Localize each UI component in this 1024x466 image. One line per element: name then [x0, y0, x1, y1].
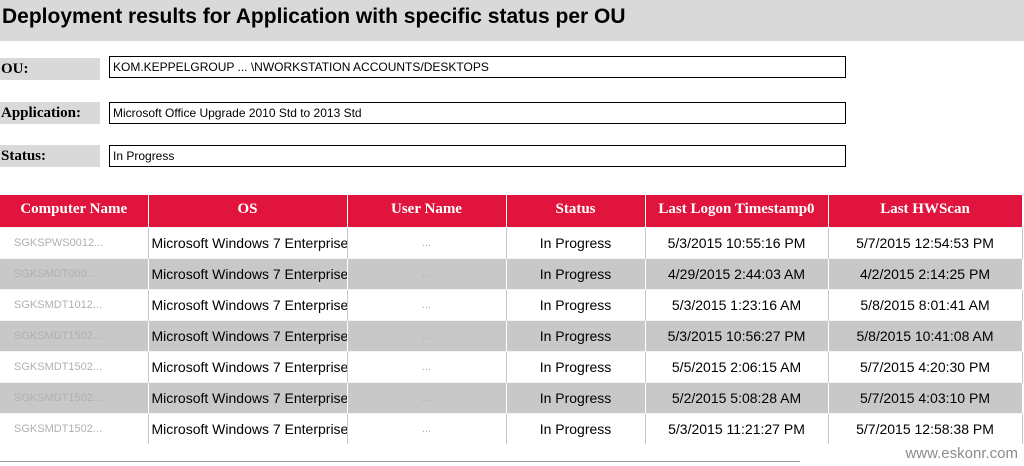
last-logon-cell: 4/29/2015 2:44:03 AM: [645, 258, 829, 290]
computer-name-cell: SGKSMDT1502...: [0, 382, 149, 414]
user-name-cell: ...: [347, 227, 507, 259]
last-hwscan-cell: 5/8/2015 8:01:41 AM: [828, 289, 1023, 321]
last-hwscan-cell: 5/7/2015 4:03:10 PM: [828, 382, 1023, 414]
user-name-cell: ...: [347, 351, 507, 383]
ou-field[interactable]: KOM.KEPPELGROUP ... \NWORKSTATION ACCOUN…: [109, 56, 846, 78]
status-cell: In Progress: [506, 289, 646, 321]
last-logon-cell: 5/3/2015 1:23:16 AM: [645, 289, 829, 321]
computer-name-cell: SGKSMDT1012...: [0, 289, 149, 321]
results-table: Computer Name OS User Name Status Last L…: [0, 195, 1023, 444]
status-field[interactable]: In Progress: [109, 145, 846, 167]
computer-name-cell: SGKSPWS0012...: [0, 227, 149, 259]
table-row: SGKSMDT1502... Microsoft Windows 7 Enter…: [0, 320, 1023, 352]
status-label: Status:: [0, 145, 100, 167]
last-logon-cell: 5/3/2015 10:55:16 PM: [645, 227, 829, 259]
last-logon-cell: 5/2/2015 5:08:28 AM: [645, 382, 829, 414]
last-hwscan-cell: 5/7/2015 4:20:30 PM: [828, 351, 1023, 383]
column-header-user-name[interactable]: User Name: [347, 195, 507, 228]
user-name-cell: ...: [347, 258, 507, 290]
os-cell: Microsoft Windows 7 Enterprise: [148, 289, 348, 321]
table-header-row: Computer Name OS User Name Status Last L…: [0, 195, 1023, 228]
column-header-status[interactable]: Status: [506, 195, 646, 228]
user-name-cell: ...: [347, 289, 507, 321]
os-cell: Microsoft Windows 7 Enterprise: [148, 413, 348, 444]
watermark: www.eskonr.com: [905, 445, 1018, 462]
user-name-cell: ...: [347, 320, 507, 352]
ou-label: OU:: [0, 58, 100, 80]
column-header-last-logon[interactable]: Last Logon Timestamp0: [645, 195, 829, 228]
computer-name-cell: SGKSMDT1502...: [0, 413, 149, 444]
user-name-cell: ...: [347, 413, 507, 444]
column-header-os[interactable]: OS: [148, 195, 348, 228]
table-row: SGKSMDT1012... Microsoft Windows 7 Enter…: [0, 289, 1023, 321]
computer-name-cell: SGKSMDT1502...: [0, 351, 149, 383]
status-cell: In Progress: [506, 227, 646, 259]
status-cell: In Progress: [506, 382, 646, 414]
os-cell: Microsoft Windows 7 Enterprise: [148, 227, 348, 259]
last-hwscan-cell: 5/7/2015 12:58:38 PM: [828, 413, 1023, 444]
status-cell: In Progress: [506, 413, 646, 444]
os-cell: Microsoft Windows 7 Enterprise: [148, 351, 348, 383]
report-title: Deployment results for Application with …: [2, 5, 626, 28]
last-hwscan-cell: 5/7/2015 12:54:53 PM: [828, 227, 1023, 259]
last-logon-cell: 5/5/2015 2:06:15 AM: [645, 351, 829, 383]
report-header: Deployment results for Application with …: [0, 0, 1024, 41]
last-logon-cell: 5/3/2015 11:21:27 PM: [645, 413, 829, 444]
table-row: SGKSMDT000... Microsoft Windows 7 Enterp…: [0, 258, 1023, 290]
table-row: SGKSMDT1502... Microsoft Windows 7 Enter…: [0, 382, 1023, 414]
last-hwscan-cell: 4/2/2015 2:14:25 PM: [828, 258, 1023, 290]
column-header-last-hwscan[interactable]: Last HWScan: [828, 195, 1023, 228]
os-cell: Microsoft Windows 7 Enterprise: [148, 382, 348, 414]
os-cell: Microsoft Windows 7 Enterprise: [148, 320, 348, 352]
divider: [0, 461, 800, 462]
table-row: SGKSPWS0012... Microsoft Windows 7 Enter…: [0, 227, 1023, 259]
table-row: SGKSMDT1502... Microsoft Windows 7 Enter…: [0, 351, 1023, 383]
column-header-computer-name[interactable]: Computer Name: [0, 195, 149, 228]
status-cell: In Progress: [506, 258, 646, 290]
computer-name-cell: SGKSMDT000...: [0, 258, 149, 290]
application-field[interactable]: Microsoft Office Upgrade 2010 Std to 201…: [109, 102, 846, 124]
user-name-cell: ...: [347, 382, 507, 414]
last-logon-cell: 5/3/2015 10:56:27 PM: [645, 320, 829, 352]
last-hwscan-cell: 5/8/2015 10:41:08 AM: [828, 320, 1023, 352]
os-cell: Microsoft Windows 7 Enterprise: [148, 258, 348, 290]
status-cell: In Progress: [506, 320, 646, 352]
status-cell: In Progress: [506, 351, 646, 383]
computer-name-cell: SGKSMDT1502...: [0, 320, 149, 352]
application-label: Application:: [0, 102, 100, 124]
table-row: SGKSMDT1502... Microsoft Windows 7 Enter…: [0, 413, 1023, 444]
